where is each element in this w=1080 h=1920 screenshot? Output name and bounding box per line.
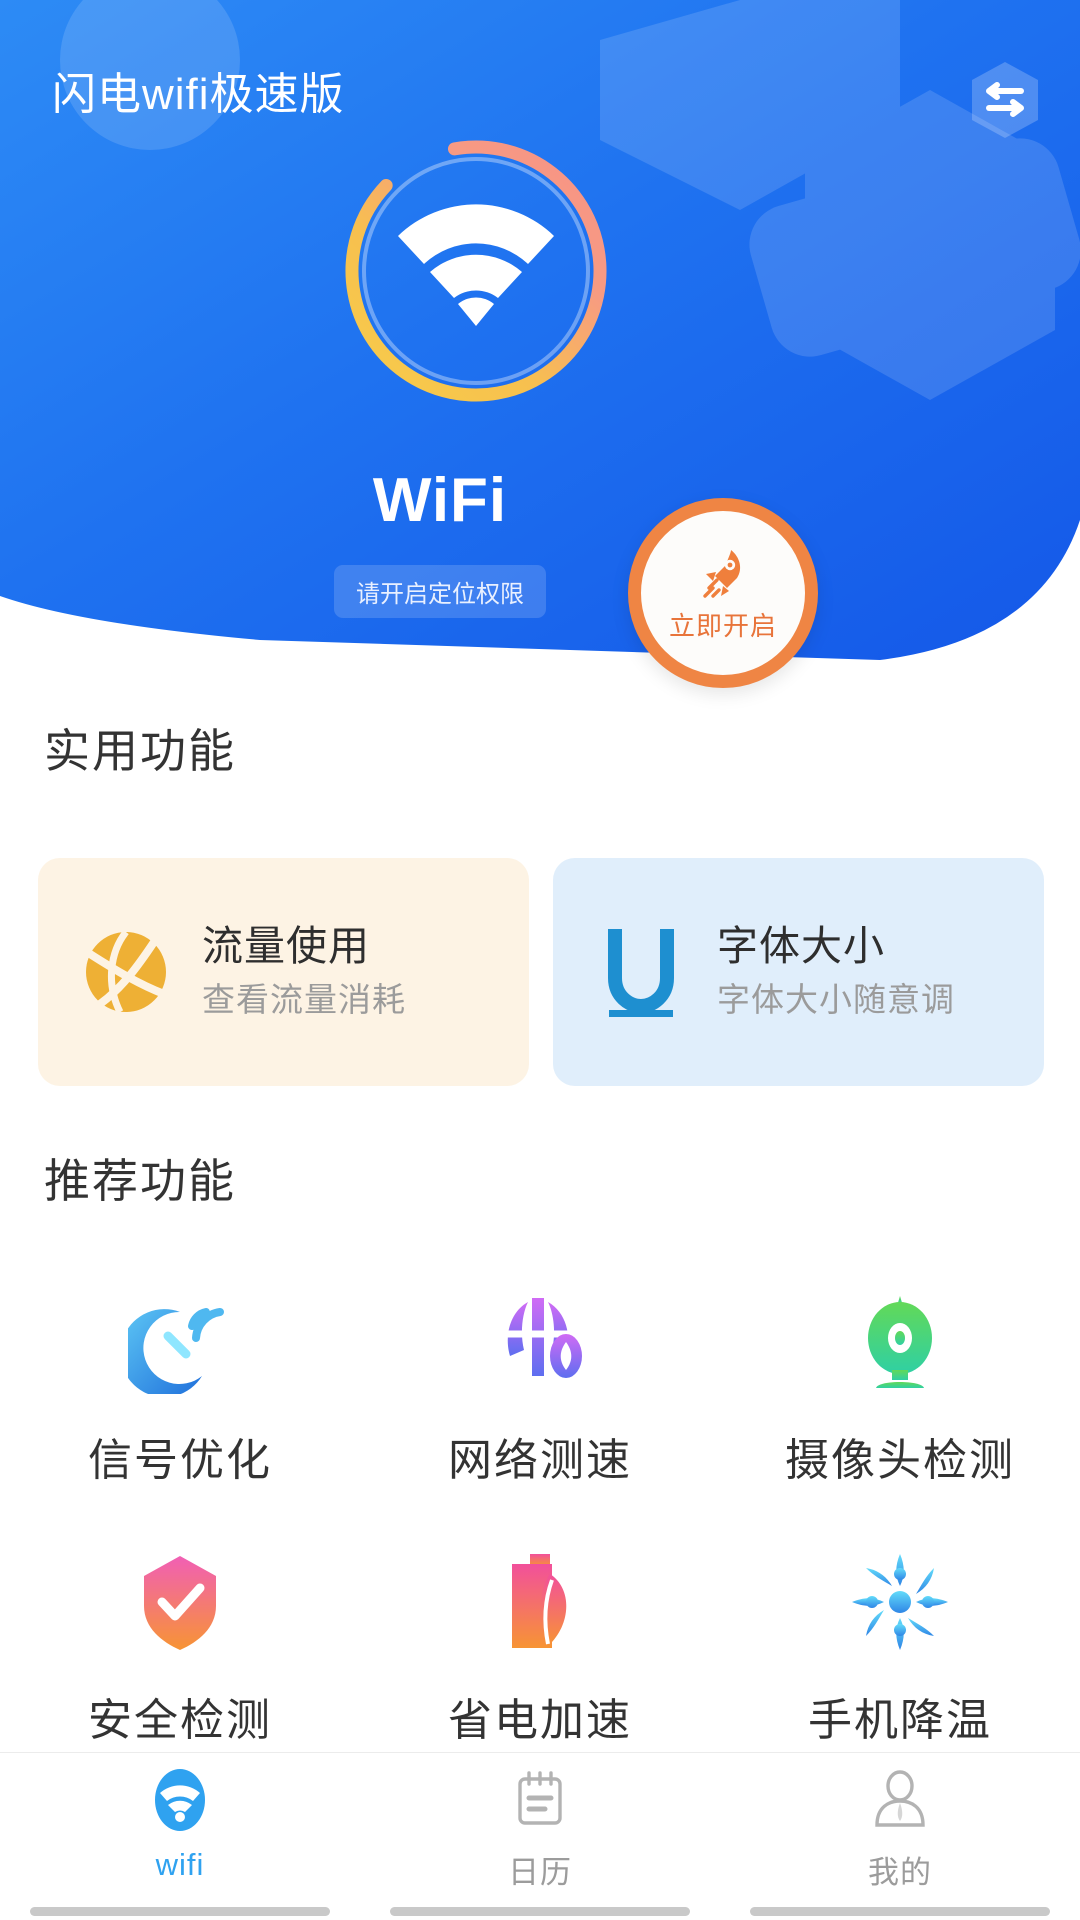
enable-now-label: 立即开启 [668,610,777,641]
utility-card-subtitle: 字体大小随意调 [717,981,955,1019]
satellite-signal-icon [128,1308,224,1394]
utility-card-title: 字体大小 [717,923,885,970]
nav-item-label: 我的 [868,1855,932,1890]
utility-card-font-size[interactable]: 字体大小 字体大小随意调 [553,858,1044,1086]
utility-cards: 流量使用 查看流量消耗 字体大小 字体大小随意调 [38,858,1044,1086]
wifi-icon [155,1769,205,1831]
calendar-icon [518,1771,562,1825]
snowflake-cool-icon [852,1554,948,1650]
battery-boost-icon [512,1554,567,1648]
utility-card-subtitle: 查看流量消耗 [202,981,406,1019]
enable-now-button[interactable]: 立即开启 [628,498,818,688]
recommended-grid: 信号优化 网络测速 摄像头检测 安全检测 省电加速 手机降温 [0,1290,1080,1748]
home-indicator-bar [390,1906,690,1916]
rec-item-battery-boost[interactable]: 省电加速 [360,1550,720,1748]
swap-arrows-icon[interactable] [963,58,1047,142]
wifi-signal-icon [398,204,554,326]
utility-card-data-usage[interactable]: 流量使用 查看流量消耗 [38,858,529,1086]
data-globe-icon [86,929,168,1014]
app-title: 闪电wifi极速版 [52,70,345,119]
rec-item-label: 摄像头检测 [785,1436,1015,1485]
nav-item-calendar[interactable]: 日历 [360,1767,720,1892]
nav-item-profile[interactable]: 我的 [720,1767,1080,1892]
rec-item-signal-optimize[interactable]: 信号优化 [0,1290,360,1488]
header-banner: 闪电wifi极速版 WiFi 请开启定位权限 [0,0,1080,680]
rec-item-phone-cooling[interactable]: 手机降温 [720,1550,1080,1748]
font-size-u-icon [608,929,674,1017]
nav-item-label: 日历 [508,1855,572,1890]
utility-section-title: 实用功能 [44,725,236,777]
speed-test-icon [506,1298,582,1378]
rec-item-speed-test[interactable]: 网络测速 [360,1290,720,1488]
camera-detect-icon [868,1296,932,1388]
home-indicator-bar [750,1906,1050,1916]
recommended-section-title: 推荐功能 [44,1155,236,1207]
rec-item-label: 省电加速 [448,1696,632,1745]
rec-item-camera-detect[interactable]: 摄像头检测 [720,1290,1080,1488]
rec-item-label: 安全检测 [88,1696,272,1745]
home-indicator-bars [0,1902,1080,1920]
rec-item-security-check[interactable]: 安全检测 [0,1550,360,1748]
shield-check-icon [144,1556,216,1650]
utility-card-title: 流量使用 [202,923,370,970]
person-icon [875,1770,925,1827]
location-permission-badge[interactable]: 请开启定位权限 [334,565,546,618]
rec-item-label: 手机降温 [808,1696,992,1745]
rec-item-label: 网络测速 [448,1436,632,1485]
home-indicator-bar [30,1906,330,1916]
nav-item-label: wifi [155,1847,205,1882]
nav-item-wifi[interactable]: wifi [0,1767,360,1883]
rocket-icon [703,549,741,598]
bottom-navigation: wifi 日历 我的 [0,1752,1080,1920]
rec-item-label: 信号优化 [88,1436,272,1485]
